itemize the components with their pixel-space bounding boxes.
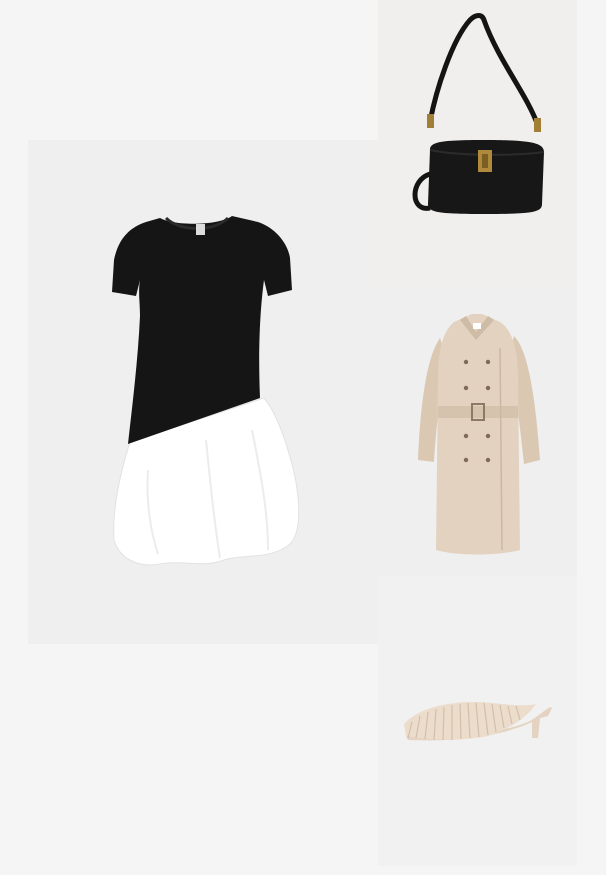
black-leather-shoulder-bag-image (412, 13, 545, 214)
beige-trench-coat-image (418, 314, 540, 555)
black-white-bubble-hem-dress-image (112, 216, 300, 566)
product-tile-shoe[interactable] (378, 576, 577, 866)
product-tile-coat[interactable] (378, 288, 577, 576)
product-tile-dress[interactable] (28, 140, 378, 644)
fringe-kitten-heel-mule-image (404, 702, 552, 741)
product-tile-bag[interactable] (378, 0, 577, 288)
